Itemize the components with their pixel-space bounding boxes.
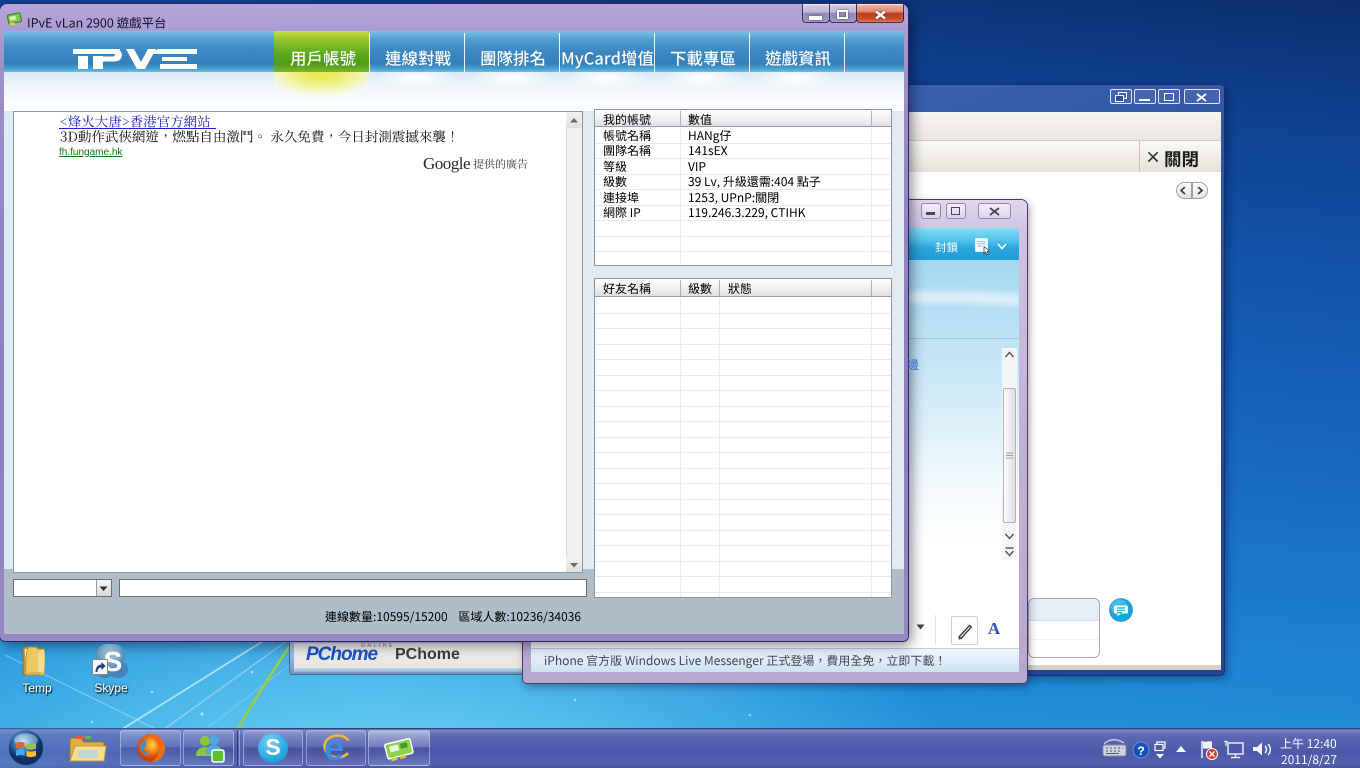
svg-text:e: e bbox=[324, 731, 344, 765]
svg-text:?: ? bbox=[1137, 744, 1144, 758]
